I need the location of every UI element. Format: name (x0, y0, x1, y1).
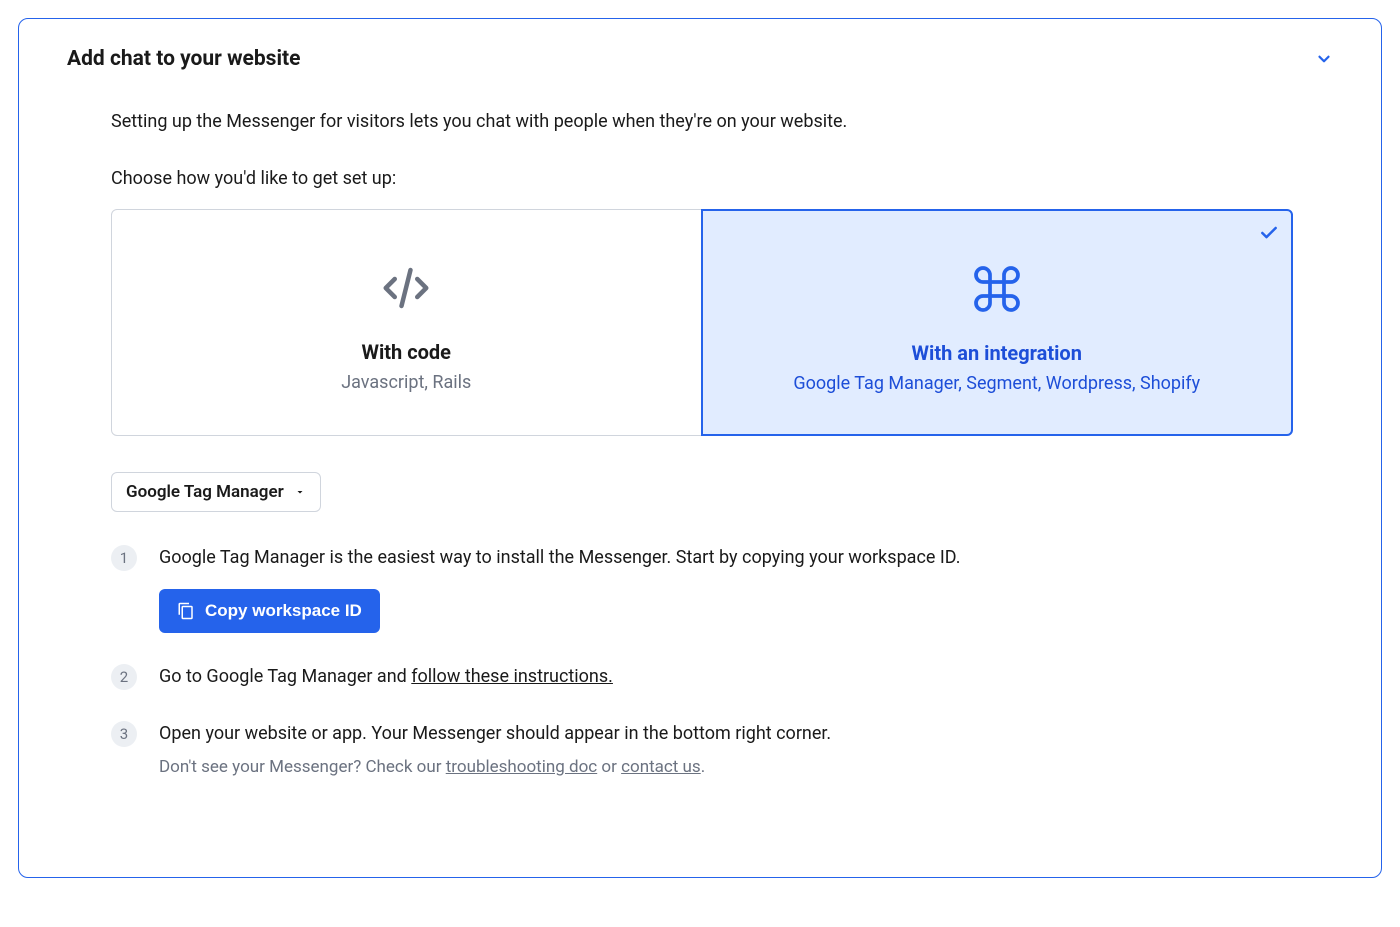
step-3-hint-prefix: Don't see your Messenger? Check our (159, 757, 446, 777)
step-3-number: 3 (111, 721, 137, 747)
chevron-down-icon[interactable] (1315, 50, 1333, 68)
copy-workspace-id-button[interactable]: Copy workspace ID (159, 589, 380, 633)
panel-content: Setting up the Messenger for visitors le… (67, 111, 1333, 777)
option-with-code-subtitle: Javascript, Rails (132, 372, 681, 393)
command-icon (969, 261, 1025, 317)
copy-workspace-id-label: Copy workspace ID (205, 601, 362, 621)
caret-down-icon (294, 486, 306, 498)
contact-us-link[interactable]: contact us (621, 757, 701, 777)
integration-dropdown[interactable]: Google Tag Manager (111, 472, 321, 512)
option-row: With code Javascript, Rails With an inte… (111, 209, 1293, 436)
follow-instructions-link[interactable]: follow these instructions. (411, 666, 613, 687)
option-with-code-title: With code (132, 340, 681, 364)
step-2-text: Go to Google Tag Manager and follow thes… (159, 663, 1293, 690)
intro-text: Setting up the Messenger for visitors le… (111, 111, 1293, 132)
option-with-code[interactable]: With code Javascript, Rails (111, 209, 702, 436)
integration-dropdown-label: Google Tag Manager (126, 482, 284, 502)
step-2: 2 Go to Google Tag Manager and follow th… (111, 663, 1293, 690)
step-3-text: Open your website or app. Your Messenger… (159, 720, 1293, 747)
option-with-integration-title: With an integration (723, 341, 1272, 365)
panel-header: Add chat to your website (67, 47, 1333, 71)
step-2-text-prefix: Go to Google Tag Manager and (159, 666, 411, 687)
option-with-integration-subtitle: Google Tag Manager, Segment, Wordpress, … (723, 373, 1272, 394)
copy-icon (177, 602, 195, 620)
troubleshooting-doc-link[interactable]: troubleshooting doc (446, 757, 597, 777)
add-chat-panel: Add chat to your website Setting up the … (18, 18, 1382, 878)
step-3: 3 Open your website or app. Your Messeng… (111, 720, 1293, 777)
panel-title: Add chat to your website (67, 47, 300, 71)
step-1: 1 Google Tag Manager is the easiest way … (111, 544, 1293, 633)
step-1-number: 1 (111, 545, 137, 571)
step-3-body: Open your website or app. Your Messenger… (159, 720, 1293, 777)
code-icon (379, 260, 433, 316)
step-1-text: Google Tag Manager is the easiest way to… (159, 544, 1293, 571)
step-2-number: 2 (111, 664, 137, 690)
steps-list: 1 Google Tag Manager is the easiest way … (111, 544, 1293, 777)
step-1-body: Google Tag Manager is the easiest way to… (159, 544, 1293, 633)
step-3-hint: Don't see your Messenger? Check our trou… (159, 757, 1293, 777)
check-icon (1259, 223, 1279, 243)
step-3-hint-mid: or (597, 757, 621, 777)
step-2-body: Go to Google Tag Manager and follow thes… (159, 663, 1293, 690)
choose-label: Choose how you'd like to get set up: (111, 168, 1293, 189)
option-with-integration[interactable]: With an integration Google Tag Manager, … (701, 209, 1294, 436)
step-3-hint-suffix: . (701, 757, 705, 777)
